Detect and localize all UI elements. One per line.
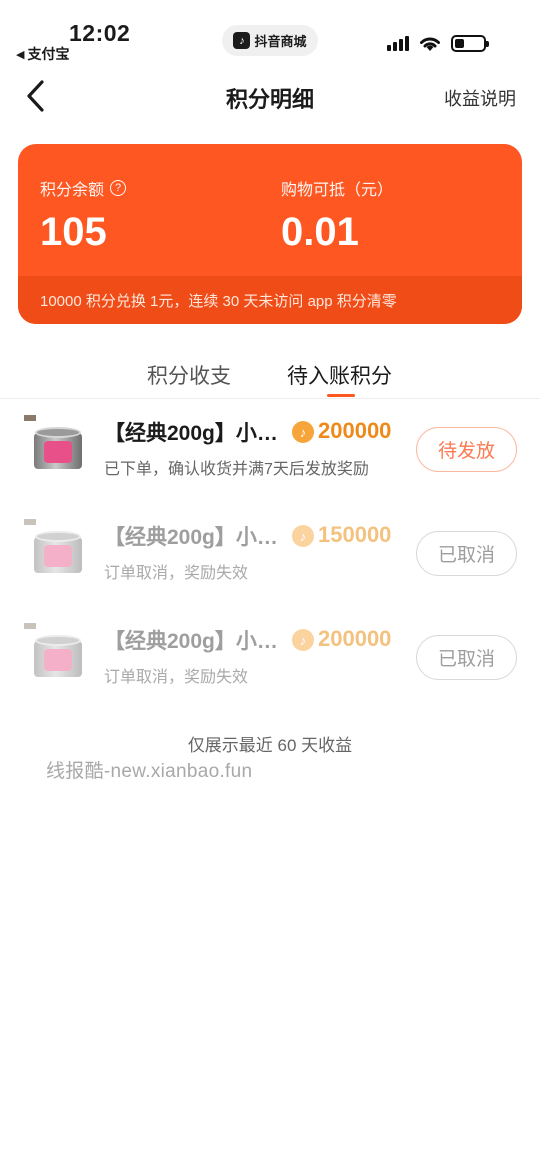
product-thumbnail [24,623,90,691]
product-title: 【经典200g】小… [104,630,278,653]
deduct-block: 购物可抵（元） 0.01 [281,176,393,255]
product-title: 【经典200g】小… [104,526,278,549]
tab-pending-points[interactable]: 待入账积分 [287,360,392,390]
item-subtitle: 订单取消，奖励失效 [104,669,249,686]
watermark: 线报酷-new.xianbao.fun [46,761,253,782]
status-button[interactable]: 已取消 [416,635,517,680]
app-pill[interactable]: ♪ 抖音商城 [222,25,318,56]
tab-bar: 积分收支 待入账积分 [0,356,540,400]
back-to-app-link[interactable]: ◀ 支付宝 [16,44,69,64]
deduct-label: 购物可抵（元） [281,182,394,199]
battery-icon [451,34,489,52]
points-summary-card: 积分余额 ? 105 购物可抵（元） 0.01 10000 积分兑换 1元，连续… [18,144,522,324]
signal-icon [387,35,409,51]
back-app-label: 支付宝 [27,46,70,62]
balance-value: 105 [40,210,107,254]
status-bar: 12:02 ◀ 支付宝 ♪ 抖音商城 [0,0,540,66]
status-button[interactable]: 已取消 [416,531,517,576]
item-subtitle: 已下单，确认收货并满7天后发放奖励 [104,461,369,478]
wifi-icon [420,37,440,51]
points-amount: 200000 [318,418,392,443]
product-title: 【经典200g】小… [104,422,278,445]
card-footer-note: 10000 积分兑换 1元，连续 30 天未访问 app 积分清零 [18,276,522,324]
item-subtitle: 订单取消，奖励失效 [104,565,249,582]
app-pill-label: 抖音商城 [254,34,307,49]
tab-points-ledger[interactable]: 积分收支 [147,360,231,390]
balance-label: 积分余额 [40,182,105,199]
coin-icon [292,421,314,443]
douyin-logo-icon: ♪ [233,32,251,49]
status-time: 12:02 [69,20,131,46]
history-note: 仅展示最近 60 天收益 [187,736,353,755]
system-icons [387,34,489,52]
list-item[interactable]: 【经典200g】小… 150000 订单取消，奖励失效 已取消 [0,503,540,603]
product-thumbnail [24,415,90,483]
balance-block: 积分余额 ? 105 [40,176,127,255]
status-button[interactable]: 待发放 [416,427,517,472]
active-tab-indicator [327,394,355,397]
points-amount: 150000 [318,522,392,547]
nav-bar: 积分明细 收益说明 [0,66,540,126]
back-triangle-icon: ◀ [16,48,25,61]
list-item[interactable]: 【经典200g】小… 200000 已下单，确认收货并满7天后发放奖励 待发放 [0,399,540,499]
earnings-info-link[interactable]: 收益说明 [444,85,516,111]
coin-icon [292,525,314,547]
deduct-value: 0.01 [281,210,359,254]
coin-icon [292,629,314,651]
list-item[interactable]: 【经典200g】小… 200000 订单取消，奖励失效 已取消 [0,607,540,707]
points-amount: 200000 [318,626,392,651]
product-thumbnail [24,519,90,587]
help-icon[interactable]: ? [110,180,127,196]
